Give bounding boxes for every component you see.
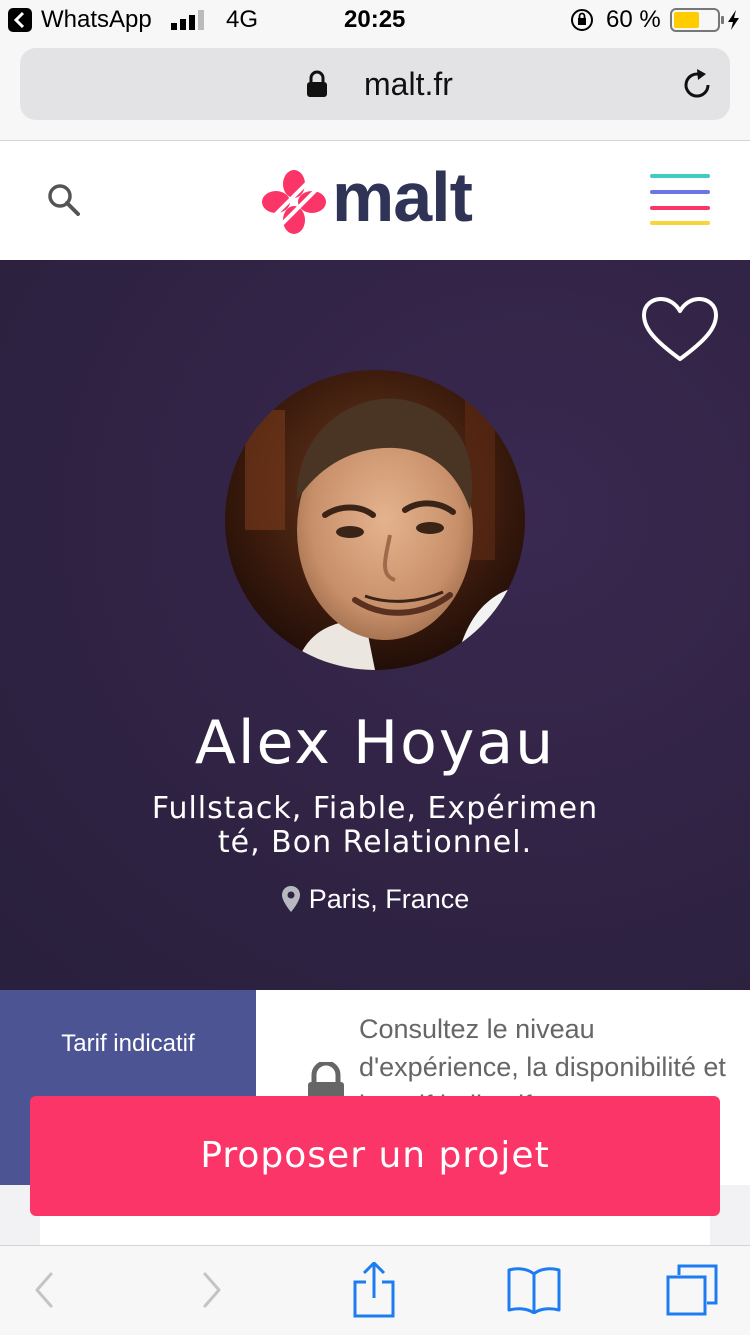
battery-percent: 60 % bbox=[606, 6, 661, 33]
status-bar: WhatsApp 4G 20:25 60 % bbox=[0, 0, 750, 40]
profile-tagline: Fullstack, Fiable, Expérimenté, Bon Rela… bbox=[151, 791, 599, 860]
location-pin-icon bbox=[281, 886, 300, 912]
tabs-icon bbox=[666, 1264, 718, 1316]
rate-label: Tarif indicatif bbox=[61, 1030, 195, 1057]
propose-project-button[interactable]: Proposer un projet bbox=[30, 1096, 720, 1216]
location-text: Paris, France bbox=[308, 884, 470, 914]
browser-address-bar: malt.fr bbox=[0, 40, 750, 141]
bookmarks-button[interactable] bbox=[504, 1260, 564, 1320]
orientation-lock-icon bbox=[571, 9, 593, 31]
profile-hero: Alex Hoyau Fullstack, Fiable, Expériment… bbox=[0, 260, 750, 990]
back-app-icon[interactable] bbox=[8, 8, 32, 32]
bookmarks-book-icon bbox=[507, 1267, 561, 1314]
malt-logo-icon[interactable] bbox=[262, 170, 326, 234]
profile-location: Paris, France bbox=[0, 884, 750, 915]
chevron-left-icon bbox=[35, 1272, 53, 1308]
malt-logo-text[interactable]: malt bbox=[332, 157, 473, 237]
profile-name: Alex Hoyau bbox=[194, 708, 556, 778]
search-icon[interactable] bbox=[46, 182, 82, 218]
share-icon bbox=[353, 1262, 395, 1318]
clock: 20:25 bbox=[344, 6, 406, 33]
back-app-label[interactable]: WhatsApp bbox=[41, 0, 152, 40]
share-button[interactable] bbox=[344, 1260, 404, 1320]
browser-toolbar bbox=[0, 1245, 750, 1335]
tabs-button[interactable] bbox=[662, 1260, 722, 1320]
avatar bbox=[225, 370, 525, 670]
url-text: malt.fr bbox=[364, 66, 453, 102]
lock-icon bbox=[307, 70, 327, 97]
favorite-heart-icon[interactable] bbox=[641, 296, 719, 364]
signal-icon bbox=[171, 10, 204, 30]
url-field[interactable]: malt.fr bbox=[20, 48, 730, 120]
menu-icon[interactable] bbox=[648, 174, 712, 226]
battery-icon bbox=[670, 8, 739, 32]
chevron-right-icon bbox=[203, 1272, 221, 1308]
back-button[interactable] bbox=[14, 1260, 74, 1320]
reload-icon[interactable] bbox=[680, 68, 714, 102]
forward-button[interactable] bbox=[182, 1260, 242, 1320]
site-header: malt bbox=[0, 141, 750, 260]
network-label: 4G bbox=[226, 6, 259, 33]
